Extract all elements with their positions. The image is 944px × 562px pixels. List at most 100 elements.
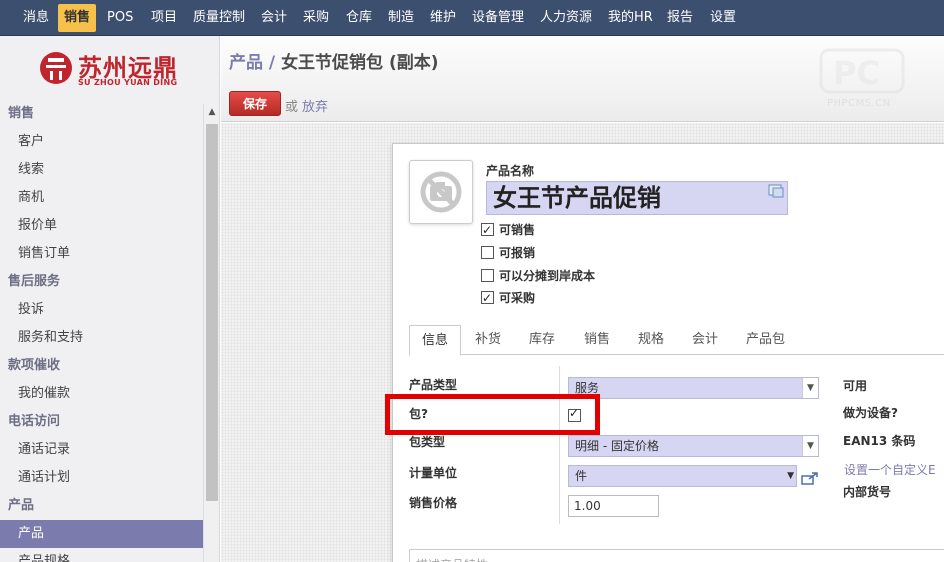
checkbox-landed-cost[interactable]: 可以分摊到岸成本 <box>481 266 595 286</box>
chevron-down-icon[interactable]: ▼ <box>802 378 818 398</box>
top-menu-bar: 消息 销售 POS 项目 质量控制 会计 采购 仓库 制造 维护 设备管理 人力… <box>0 0 944 36</box>
breadcrumb-separator: / <box>268 53 276 73</box>
checkbox-landed-cost-box[interactable] <box>481 269 494 282</box>
menu-project[interactable]: 项目 <box>145 4 183 32</box>
checkbox-can-be-expensed-label: 可报销 <box>499 246 536 260</box>
checkbox-landed-cost-label: 可以分摊到岸成本 <box>499 269 596 283</box>
menu-equipment[interactable]: 设备管理 <box>466 4 530 32</box>
menu-messages[interactable]: 消息 <box>17 4 55 32</box>
tab-information[interactable]: 信息 <box>409 325 462 356</box>
menu-reports[interactable]: 报告 <box>661 4 699 32</box>
breadcrumb-current: 女王节促销包 (副本) <box>281 53 439 73</box>
sidebar-nav: 销售 客户 线索 商机 报价单 销售订单 售后服务 投诉 服务和支持 款项催收 … <box>0 100 203 562</box>
product-type-value: 服务 <box>575 381 600 395</box>
product-type-select[interactable]: 服务 ▼ <box>568 377 819 399</box>
chevron-down-icon[interactable]: ▼ <box>802 436 818 456</box>
no-camera-icon <box>420 171 462 213</box>
menu-hr[interactable]: 人力资源 <box>534 4 598 32</box>
sidebar-section-collections: 款项催收 <box>8 358 61 373</box>
checkbox-can-be-expensed[interactable]: 可报销 <box>481 243 535 263</box>
checkbox-can-be-purchased[interactable]: 可采购 <box>481 288 535 308</box>
sidebar-scrollbar[interactable]: ▲ <box>203 104 219 562</box>
translate-icon[interactable] <box>768 184 784 198</box>
dropdown-arrow-icon[interactable]: ▼ <box>787 466 794 486</box>
watermark: PC PHPCMS.CN <box>817 46 907 116</box>
sidebar-item-my-reminders[interactable]: 我的催款 <box>0 380 203 408</box>
as-device-label: 做为设备? <box>843 406 898 420</box>
menu-manufacturing[interactable]: 制造 <box>382 4 420 32</box>
sidebar-item-product-specs[interactable]: 产品规格 <box>0 548 203 562</box>
watermark-logo-icon: PC <box>819 48 905 94</box>
logo-mark-icon <box>40 52 72 84</box>
sidebar-item-service-support[interactable]: 服务和支持 <box>0 324 203 352</box>
sidebar-item-opportunities[interactable]: 商机 <box>0 184 203 212</box>
discard-link[interactable]: 放弃 <box>302 96 328 115</box>
sidebar-item-call-plan[interactable]: 通话计划 <box>0 464 203 492</box>
sidebar-section-products: 产品 <box>8 498 35 513</box>
tab-accounting[interactable]: 会计 <box>692 325 718 355</box>
external-link-icon[interactable] <box>801 471 819 485</box>
menu-pos[interactable]: POS <box>101 4 139 32</box>
available-label: 可用 <box>843 379 868 393</box>
sidebar-item-products[interactable]: 产品 <box>0 520 203 548</box>
menu-my-hr[interactable]: 我的HR <box>602 4 659 32</box>
logo-english-text: SU ZHOU YUAN DING <box>78 78 178 87</box>
form-sheet: 产品名称 女王节产品促销 可销售 可报销 可以分摊到岸成本 可采购 信息 补货 … <box>385 143 944 562</box>
uom-label: 计量单位 <box>409 466 458 480</box>
menu-settings[interactable]: 设置 <box>704 4 742 32</box>
sidebar-item-customers[interactable]: 客户 <box>0 128 203 156</box>
sidebar-section-sales: 销售 <box>8 106 35 121</box>
sidebar-section-after-sales: 售后服务 <box>8 274 61 289</box>
form-content-area: 产品名称 女王节产品促销 可销售 可报销 可以分摊到岸成本 可采购 信息 补货 … <box>221 123 944 562</box>
watermark-text: PHPCMS.CN <box>827 98 891 109</box>
svg-text:PC: PC <box>833 54 880 92</box>
menu-purchase[interactable]: 采购 <box>297 4 335 32</box>
product-name-label: 产品名称 <box>486 164 535 178</box>
highlight-annotation-box <box>385 394 600 435</box>
package-type-label: 包类型 <box>409 435 446 449</box>
set-custom-ean-link[interactable]: 设置一个自定义E <box>844 461 936 478</box>
menu-maintenance[interactable]: 维护 <box>424 4 462 32</box>
checkbox-can-be-sold-box[interactable] <box>481 220 494 240</box>
sales-price-label: 销售价格 <box>409 496 458 510</box>
checkbox-can-be-purchased-label: 可采购 <box>499 291 536 305</box>
checkbox-can-be-sold-label: 可销售 <box>499 223 536 237</box>
uom-value: 件 <box>575 469 588 483</box>
product-type-label: 产品类型 <box>409 378 458 392</box>
menu-quality[interactable]: 质量控制 <box>187 4 251 32</box>
sales-price-input[interactable]: 1.00 <box>568 495 659 517</box>
sidebar: 苏州远鼎 SU ZHOU YUAN DING 销售 客户 线索 商机 报价单 销… <box>0 36 220 562</box>
sidebar-item-call-log[interactable]: 通话记录 <box>0 436 203 464</box>
uom-select[interactable]: 件 ▼ <box>568 465 797 487</box>
checkbox-can-be-expensed-box[interactable] <box>481 246 494 259</box>
or-label: 或 <box>285 100 299 115</box>
form-header: 产品 / 女王节促销包 (副本) 保存 或 放弃 PC PHPCMS.CN <box>221 36 944 122</box>
tab-inventory[interactable]: 库存 <box>529 325 555 355</box>
company-logo[interactable]: 苏州远鼎 SU ZHOU YUAN DING <box>38 50 188 90</box>
ean13-label: EAN13 条码 <box>843 434 916 448</box>
package-type-select[interactable]: 明细 - 固定价格 ▼ <box>568 435 819 457</box>
description-textarea[interactable]: 描述产品特性... <box>409 549 944 562</box>
breadcrumb: 产品 / 女王节促销包 (副本) <box>229 48 439 73</box>
tab-replenishment[interactable]: 补货 <box>475 325 501 355</box>
tab-package[interactable]: 产品包 <box>746 325 785 355</box>
checkbox-can-be-purchased-box[interactable] <box>481 288 494 308</box>
save-button[interactable]: 保存 <box>229 91 281 116</box>
menu-accounting[interactable]: 会计 <box>255 4 293 32</box>
sidebar-item-quotations[interactable]: 报价单 <box>0 212 203 240</box>
scrollbar-thumb[interactable] <box>206 124 218 501</box>
field-column-divider <box>559 366 560 524</box>
menu-sales[interactable]: 销售 <box>58 4 97 32</box>
internal-ref-label: 内部货号 <box>843 485 892 499</box>
product-name-input[interactable]: 女王节产品促销 <box>486 181 788 215</box>
tab-specs[interactable]: 规格 <box>638 325 664 355</box>
scroll-up-icon[interactable]: ▲ <box>204 104 219 120</box>
tab-sales[interactable]: 销售 <box>584 325 610 355</box>
product-image[interactable] <box>409 160 473 224</box>
sidebar-item-complaints[interactable]: 投诉 <box>0 296 203 324</box>
menu-warehouse[interactable]: 仓库 <box>340 4 378 32</box>
checkbox-can-be-sold[interactable]: 可销售 <box>481 220 535 240</box>
sidebar-item-leads[interactable]: 线索 <box>0 156 203 184</box>
breadcrumb-parent-link[interactable]: 产品 <box>229 53 263 73</box>
sidebar-item-sales-orders[interactable]: 销售订单 <box>0 240 203 268</box>
